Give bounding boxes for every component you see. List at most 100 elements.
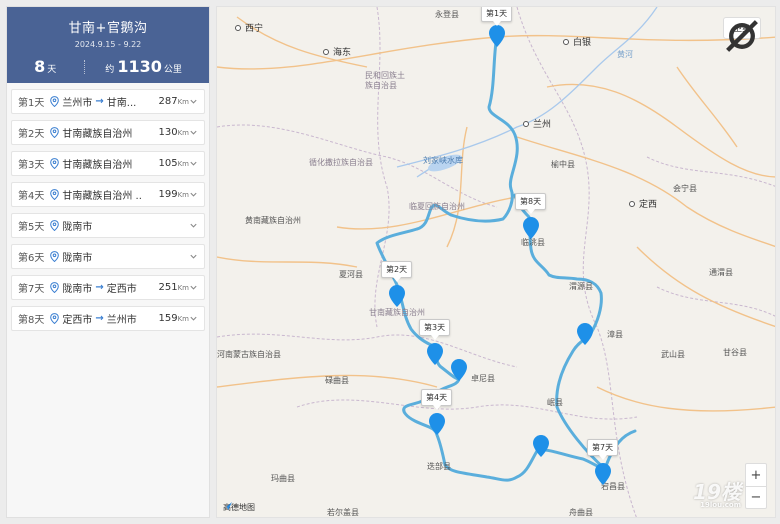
day-route: 陇南市 (62, 218, 189, 233)
location-pin-icon (50, 282, 60, 293)
location-pin-icon (50, 220, 60, 231)
day-tag-8[interactable]: 第8天 (515, 193, 547, 214)
day-row-7[interactable]: 第7天 陇南市 → 定西市 251Km (11, 275, 205, 300)
place-huangnan: 黄南藏族自治州 (245, 216, 301, 225)
day-tag-7[interactable]: 第7天 (587, 439, 619, 460)
distance-unit: Km (177, 315, 189, 323)
satellite-toggle-button[interactable]: 卫星 (723, 17, 761, 52)
distance-prefix: 约 (105, 65, 115, 75)
place-minhe: 民和回族土族自治县 (365, 71, 405, 90)
place-tongwei: 通渭县 (709, 268, 733, 277)
place-xiahe: 夏河县 (339, 270, 363, 279)
distance-total: 约 1130 公里 (105, 57, 182, 76)
day-distance: 199Km (158, 189, 189, 200)
place-dingxi: 定西 (639, 200, 658, 210)
city-dot (235, 25, 241, 31)
map-provider-logo: 高德地图 (223, 502, 255, 513)
distance-number: 199 (158, 189, 178, 200)
day-distance: 159Km (158, 313, 189, 324)
chevron-down-icon (190, 161, 197, 166)
zoom-control: + − (745, 463, 767, 509)
route-arrow-icon: → (95, 282, 104, 293)
chevron-down-icon (190, 130, 197, 135)
day-label: 第3天 (18, 160, 45, 171)
itinerary-panel: 甘南+官鹅沟 2024.9.15 - 9.22 8 天 约 1130 公里 第1… (6, 6, 210, 518)
map-pin-marker[interactable] (577, 323, 593, 345)
map-pin-marker[interactable] (451, 359, 467, 381)
place-xunhua: 循化撒拉族自治县 (309, 158, 373, 167)
place-ruoergai: 若尔盖县 (327, 508, 359, 517)
place-baiyin: 白银 (573, 38, 592, 48)
day-distance: 130Km (158, 127, 189, 138)
map-pin-marker[interactable] (533, 435, 549, 457)
day-tag-2[interactable]: 第2天 (381, 261, 413, 282)
day-label: 第5天 (18, 222, 45, 233)
day-row-8[interactable]: 第8天 定西市 → 兰州市 159Km (11, 306, 205, 331)
day-route: 甘南藏族自治州 .. (62, 187, 152, 202)
day-row-5[interactable]: 第5天 陇南市 (11, 213, 205, 238)
route-from: 甘南藏族自治州 .. (62, 191, 142, 202)
map-pin-marker[interactable] (489, 25, 505, 47)
map-pin-marker[interactable] (595, 463, 611, 485)
place-henan: 河南蒙古族自治县 (217, 350, 281, 359)
city-dot (629, 201, 635, 207)
place-wushan: 武山县 (661, 350, 685, 359)
map-pin-marker[interactable] (427, 343, 443, 365)
place-min: 岷县 (547, 398, 563, 407)
day-row-3[interactable]: 第3天 甘南藏族自治州 105Km (11, 151, 205, 176)
map-pin-marker[interactable] (523, 217, 539, 239)
distance-unit: Km (177, 191, 189, 199)
map-pin-marker[interactable] (389, 285, 405, 307)
chevron-down-icon (190, 316, 197, 321)
days-count: 8 天 (34, 57, 56, 76)
day-label: 第6天 (18, 253, 45, 264)
day-route: 甘南藏族自治州 (62, 125, 152, 140)
place-liujiaxia: 刘家峡水库 (423, 156, 463, 165)
zoom-out-button[interactable]: − (746, 486, 766, 508)
day-label: 第1天 (18, 98, 45, 109)
day-row-2[interactable]: 第2天 甘南藏族自治州 130Km (11, 120, 205, 145)
route-to: 甘南... (106, 98, 137, 109)
distance-unit: Km (177, 284, 189, 292)
route-to: 定西市 (106, 284, 137, 295)
place-haidong: 海东 (333, 48, 352, 58)
chevron-down-icon (190, 254, 197, 259)
location-pin-icon (50, 189, 60, 200)
trip-dates: 2024.9.15 - 9.22 (74, 40, 142, 49)
day-distance: 105Km (158, 158, 189, 169)
day-row-4[interactable]: 第4天 甘南藏族自治州 .. 199Km (11, 182, 205, 207)
day-tag-3[interactable]: 第3天 (419, 319, 451, 340)
zoom-in-button[interactable]: + (746, 464, 766, 486)
distance-unit: Km (177, 160, 189, 168)
map-pin-marker[interactable] (429, 413, 445, 435)
distance-unit: Km (177, 98, 189, 106)
day-route: 兰州市 → 甘南... (62, 94, 152, 109)
day-route: 陇南市 → 定西市 (62, 280, 152, 295)
distance-value: 1130 (117, 57, 162, 76)
day-label: 第2天 (18, 129, 45, 140)
city-dot (563, 39, 569, 45)
place-huining: 会宁县 (673, 184, 697, 193)
place-diebu: 迭部县 (427, 462, 451, 471)
watermark: 19楼 19lou.com (693, 476, 741, 509)
watermark-sub: 19lou.com (700, 501, 741, 509)
trip-title: 甘南+官鹅沟 (68, 21, 148, 36)
place-zhuoni: 卓尼县 (471, 374, 495, 383)
chevron-down-icon (190, 223, 197, 228)
place-linxia: 临夏回族自治州 (409, 202, 465, 211)
route-line (375, 33, 607, 482)
route-from: 兰州市 (62, 98, 93, 109)
day-row-6[interactable]: 第6天 陇南市 (11, 244, 205, 269)
day-label: 第7天 (18, 284, 45, 295)
day-label: 第8天 (18, 315, 45, 326)
route-arrow-icon: → (95, 313, 104, 324)
distance-number: 159 (158, 313, 178, 324)
route-from: 陇南市 (62, 253, 93, 264)
location-pin-icon (50, 127, 60, 138)
day-row-1[interactable]: 第1天 兰州市 → 甘南... 287Km (11, 89, 205, 114)
map-view[interactable]: 永登县 西宁 海东 白银 黄河 兰州 民和回族土族自治县 循化撒拉族自治县 刘家… (216, 6, 776, 518)
day-tag-4[interactable]: 第4天 (421, 389, 453, 410)
route-arrow-icon: → (95, 96, 104, 107)
day-tag-1[interactable]: 第1天 (481, 7, 513, 26)
place-weiyuan: 渭源县 (569, 282, 593, 291)
